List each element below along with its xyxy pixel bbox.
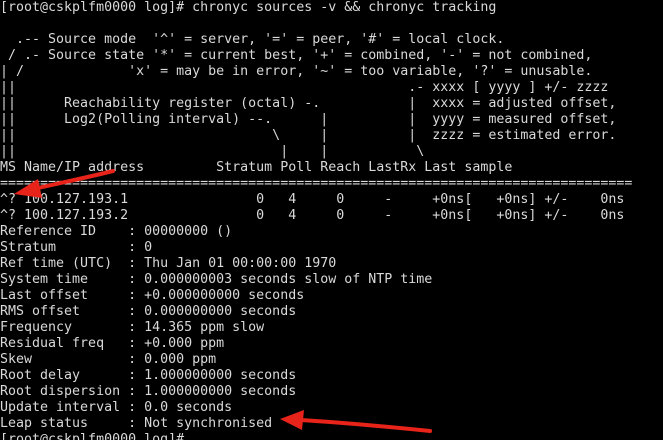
tracking-ref-time: Ref time (UTC) : Thu Jan 01 00:00:00 197… bbox=[0, 256, 337, 271]
legend-connectors: || | | \ bbox=[0, 144, 425, 159]
tracking-skew: Skew : 0.000 ppm bbox=[0, 352, 217, 367]
command-prompt-line: [root@cskplfm0000 log]# chronyc sources … bbox=[0, 0, 497, 15]
annotation-arrow-leap-status bbox=[280, 410, 432, 433]
legend-reachability: || Reachability register (octal) -. | xx… bbox=[0, 96, 617, 111]
legend-poll-interval: || Log2(Polling interval) --. | | yyyy =… bbox=[0, 112, 617, 127]
source-row: ^? 100.127.193.2 0 4 0 - +0ns[ +0ns] +/-… bbox=[0, 208, 625, 223]
sources-table-header: MS Name/IP address Stratum Poll Reach La… bbox=[0, 160, 513, 175]
legend-source-state-2: | / 'x' = may be in error, '~' = too var… bbox=[0, 64, 593, 79]
terminal-window[interactable]: [root@cskplfm0000 log]# chronyc sources … bbox=[0, 0, 663, 440]
tracking-update-interval: Update interval : 0.0 seconds bbox=[0, 400, 233, 415]
tracking-root-delay: Root delay : 1.000000000 seconds bbox=[0, 368, 297, 383]
tracking-residual-freq: Residual freq : +0.000 ppm bbox=[0, 336, 225, 351]
tracking-system-time: System time : 0.000000003 seconds slow o… bbox=[0, 272, 433, 287]
tracking-last-offset: Last offset : +0.000000000 seconds bbox=[0, 288, 305, 303]
tracking-stratum: Stratum : 0 bbox=[0, 240, 153, 255]
tracking-rms-offset: RMS offset : 0.000000000 seconds bbox=[0, 304, 297, 319]
tracking-root-dispersion: Root dispersion : 1.000000000 seconds bbox=[0, 384, 297, 399]
legend-source-mode: .-- Source mode '^' = server, '=' = peer… bbox=[0, 32, 505, 47]
tracking-frequency: Frequency : 14.365 ppm slow bbox=[0, 320, 265, 335]
tracking-leap-status: Leap status : Not synchronised bbox=[0, 416, 273, 431]
source-row: ^? 100.127.193.1 0 4 0 - +0ns[ +0ns] +/-… bbox=[0, 192, 625, 207]
command-prompt-line: [root@cskplfm0000 log]# bbox=[0, 432, 185, 440]
tracking-reference-id: Reference ID : 00000000 () bbox=[0, 224, 233, 239]
sources-table-divider: ========================================… bbox=[0, 176, 633, 191]
legend-source-state: / .- Source state '*' = current best, '+… bbox=[0, 48, 593, 63]
legend-estimated-error: || \ | | zzzz = estimated error. bbox=[0, 128, 617, 143]
legend-sample-format: || .- xxxx [ yyyy ] +/- zzzz bbox=[0, 80, 609, 95]
